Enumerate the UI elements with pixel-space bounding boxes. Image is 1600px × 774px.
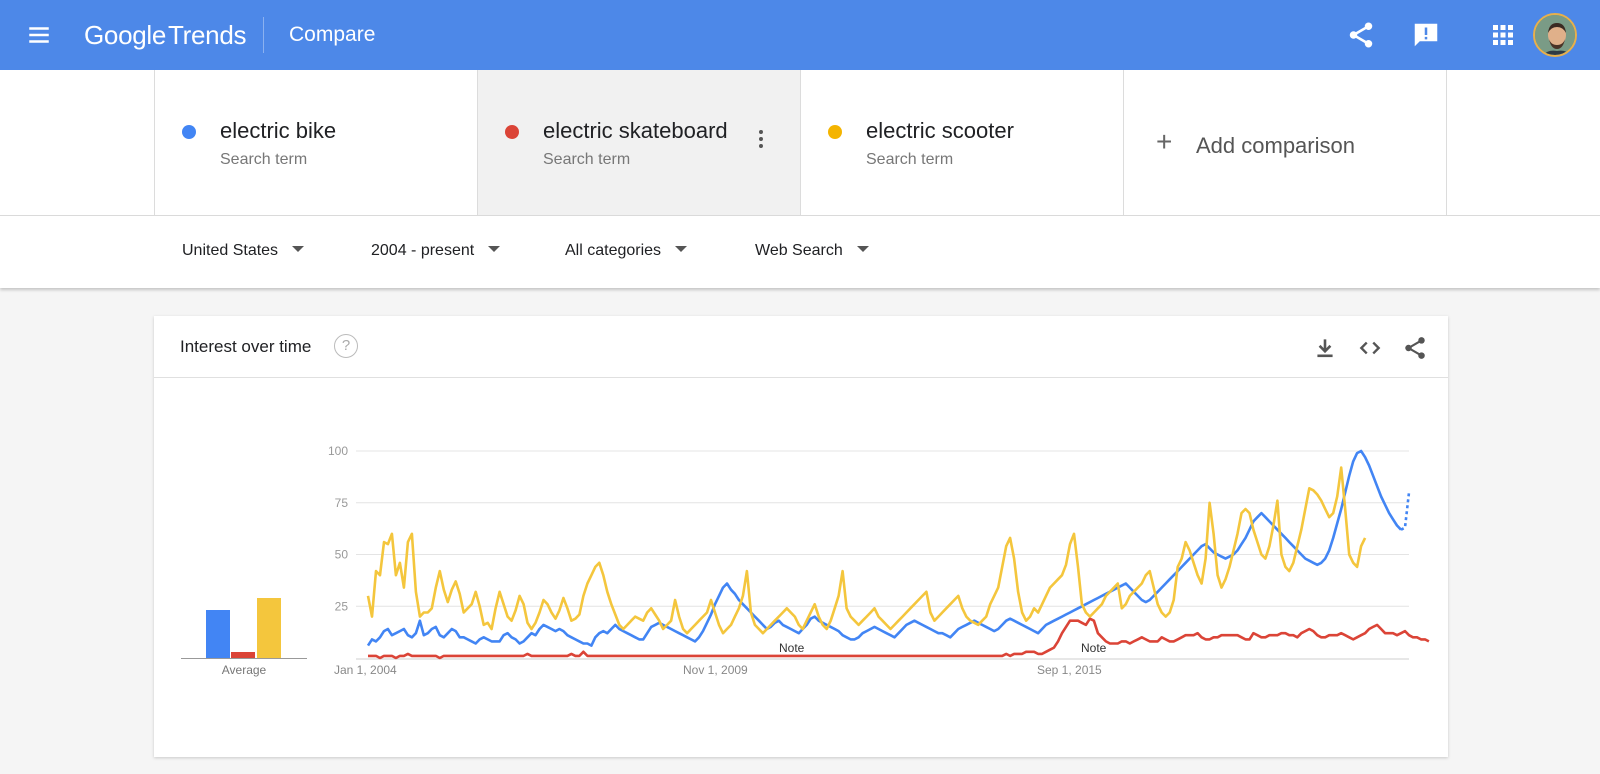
term-name: electric scooter: [866, 118, 1014, 143]
category-value: All categories: [565, 242, 662, 259]
category-dropdown[interactable]: All categories: [565, 240, 688, 262]
x-tick-label: Jan 1, 2004: [334, 663, 397, 677]
search-type-dropdown[interactable]: Web Search: [755, 240, 869, 262]
time-range-value: 2004 - present: [371, 242, 475, 259]
term-name: electric skateboard: [543, 118, 728, 143]
plus-icon: +: [1156, 126, 1173, 157]
menu-icon[interactable]: [26, 22, 56, 48]
y-tick-label: 75: [335, 496, 349, 510]
apps-grid-icon[interactable]: [1488, 20, 1518, 50]
term-name: electric bike: [220, 118, 337, 143]
time-range-dropdown[interactable]: 2004 - present: [371, 240, 501, 262]
feedback-icon[interactable]: [1411, 20, 1441, 50]
more-options-icon[interactable]: [756, 130, 766, 152]
comparison-terms-bar: electric bike Search term electric skate…: [0, 70, 1600, 216]
header-divider: [263, 17, 264, 53]
term-color-dot: [828, 125, 842, 139]
interest-over-time-card: Interest over time ? Average 25 50 75 100 Ja…: [154, 316, 1448, 757]
term-type: Search term: [220, 151, 308, 168]
region-dropdown[interactable]: United States: [182, 240, 305, 262]
note-label: Note: [1081, 641, 1107, 655]
term-type: Search term: [543, 151, 631, 168]
interest-line-chart: 25 50 75 100 Jan 1, 2004 Nov 1, 2009 Sep 1, 20…: [328, 444, 1430, 677]
add-comparison-button[interactable]: + Add comparison: [1123, 70, 1447, 215]
logo-trends: Trends: [168, 20, 247, 50]
term-card-3[interactable]: electric scooter Search term: [800, 70, 1123, 215]
term-card-2[interactable]: electric skateboard Search term: [477, 70, 800, 215]
term-type: Search term: [866, 151, 954, 168]
y-tick-label: 50: [335, 548, 349, 562]
dropdown-caret-icon: [856, 245, 869, 252]
y-tick-label: 25: [335, 599, 349, 613]
share-icon[interactable]: [1346, 20, 1376, 50]
note-label: Note: [779, 641, 805, 655]
dropdown-caret-icon: [675, 245, 688, 252]
dropdown-caret-icon: [488, 245, 501, 252]
google-trends-logo[interactable]: GoogleTrends: [84, 19, 247, 51]
series-line-electric-bike: [366, 449, 1402, 647]
add-comparison-label: Add comparison: [1196, 133, 1355, 158]
y-tick-label: 100: [328, 444, 348, 458]
term-card-1[interactable]: electric bike Search term: [154, 70, 477, 215]
page-title: Compare: [289, 23, 376, 46]
dropdown-caret-icon: [292, 245, 305, 252]
filter-bar: United States 2004 - present All categor…: [0, 216, 1600, 288]
term-color-dot: [182, 125, 196, 139]
series-partial-line-electric-bike: [1400, 492, 1411, 531]
search-type-value: Web Search: [755, 242, 843, 259]
avatar[interactable]: [1533, 13, 1577, 57]
x-tick-label: Nov 1, 2009: [683, 663, 748, 677]
series-line-electric-scooter: [366, 466, 1367, 635]
x-tick-label: Sep 1, 2015: [1037, 663, 1102, 677]
app-header: GoogleTrends Compare: [0, 0, 1600, 70]
term-color-dot: [505, 125, 519, 139]
region-value: United States: [182, 242, 279, 259]
logo-google: Google: [84, 20, 167, 50]
